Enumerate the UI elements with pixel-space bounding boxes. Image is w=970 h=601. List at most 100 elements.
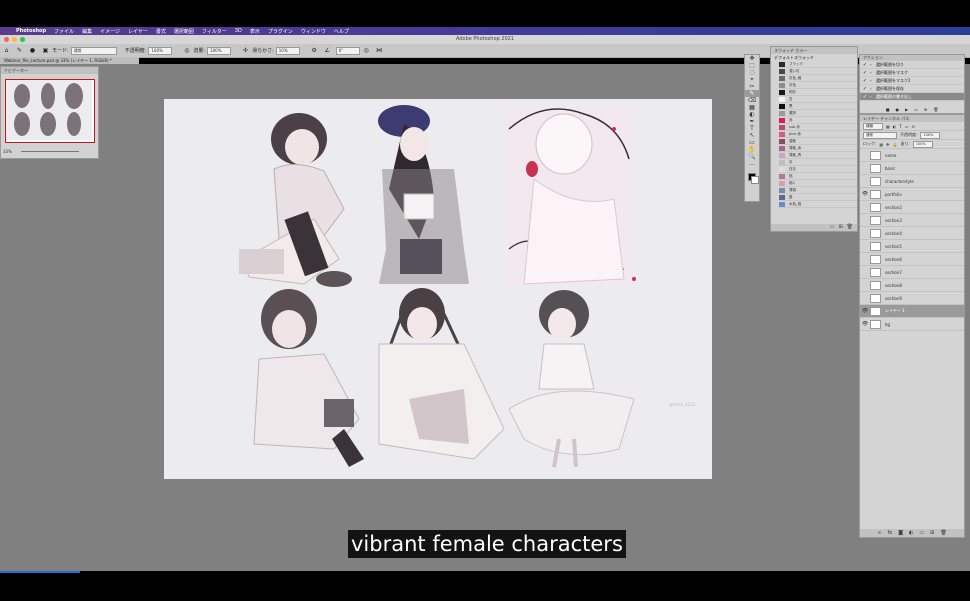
filter-smart-icon[interactable]: ⊡ [912, 124, 915, 129]
layer-row[interactable]: section4 [860, 227, 964, 240]
swatch-color-chip[interactable] [779, 194, 785, 200]
swatch-row[interactable]: 濃紫 [779, 138, 857, 145]
swatch-row[interactable]: pink 赤 [779, 131, 857, 138]
opacity-field[interactable]: 100% [148, 46, 173, 55]
swatch-color-chip[interactable] [779, 68, 785, 74]
action-item[interactable]: ✓ › 選択範囲を保存 [860, 85, 964, 93]
layer-row[interactable]: section7 [860, 266, 964, 279]
swatch-row[interactable]: 桃 [779, 173, 857, 180]
swatch-group-title[interactable]: デフォルトスウォッチ [771, 54, 857, 61]
visibility-eye-icon[interactable]: 👁 [860, 321, 870, 327]
swatch-row[interactable]: 藍 [779, 194, 857, 201]
swatch-row[interactable]: 水色_桃 [779, 201, 857, 208]
menu-select[interactable]: 選択範囲 [174, 28, 194, 35]
layer-thumbnail[interactable] [870, 241, 881, 251]
swatch-color-chip[interactable] [779, 131, 785, 137]
layer-row[interactable]: section2 [860, 201, 964, 214]
menu-layer[interactable]: レイヤー [128, 28, 148, 35]
menu-edit[interactable]: 編集 [82, 28, 92, 35]
layer-thumbnail[interactable] [870, 189, 881, 199]
lasso-tool-icon[interactable]: ◌ [745, 69, 759, 76]
layers-tabs[interactable]: レイヤー チャンネル パス [860, 115, 964, 122]
action-item[interactable]: ✓ › 選択範囲をマスク [860, 69, 964, 77]
layer-name[interactable]: section4 [885, 231, 902, 236]
swatch-row[interactable]: 明灰 [779, 89, 857, 96]
lock-pixels-icon[interactable]: ▦ [879, 142, 883, 147]
layer-row[interactable]: characterstyle [860, 175, 964, 188]
play-icon[interactable]: ▶ [905, 107, 908, 113]
mode-select[interactable]: 通常 [70, 46, 117, 55]
filter-pixel-icon[interactable]: ▦ [886, 124, 890, 129]
swatch-row[interactable]: 薄桃 [779, 187, 857, 194]
marquee-tool-icon[interactable]: ⬚ [745, 62, 759, 69]
navigator-thumbnail[interactable] [5, 79, 95, 143]
delete-action-icon[interactable]: 🗑 [933, 107, 938, 113]
swatch-row[interactable]: 薄紫_青 [779, 152, 857, 159]
layer-thumbnail[interactable] [870, 163, 881, 173]
menu-help[interactable]: ヘルプ [334, 28, 349, 35]
smoothing-field[interactable]: 10% [275, 46, 300, 55]
navigator-zoom-value[interactable]: 33% [3, 149, 12, 154]
swatch-color-chip[interactable] [779, 89, 785, 95]
layer-filter-select[interactable]: 種類 [863, 122, 883, 130]
swatch-color-chip[interactable] [779, 61, 785, 67]
video-progress-bar[interactable] [0, 571, 80, 573]
menu-plugins[interactable]: プラグイン [268, 28, 293, 35]
zoom-tool-icon[interactable]: 🔍 [745, 153, 759, 160]
swatch-row[interactable]: 選択 [779, 110, 857, 117]
smoothing-options-icon[interactable]: ⚙ [311, 47, 318, 54]
swatch-color-chip[interactable] [779, 187, 785, 193]
delete-layer-icon[interactable]: 🗑 [940, 529, 946, 537]
swatch-color-chip[interactable] [779, 124, 785, 130]
menu-filter[interactable]: フィルター [202, 28, 227, 35]
link-layers-icon[interactable]: ∞ [877, 529, 881, 537]
action-item-selected[interactable]: ✓ › 選択範囲の書き出し [860, 93, 964, 101]
navigator-zoom-slider[interactable] [21, 151, 79, 152]
lock-position-icon[interactable]: ✥ [886, 142, 889, 147]
slice-tool-icon[interactable]: ✂ [745, 83, 759, 90]
layer-opacity-field[interactable]: 100% [920, 131, 941, 139]
menu-window[interactable]: ウィンドウ [301, 28, 326, 35]
swatch-row[interactable]: sub 赤 [779, 124, 857, 131]
layer-row[interactable]: section8 [860, 279, 964, 292]
layer-name[interactable]: section3 [885, 218, 902, 223]
menu-view[interactable]: 表示 [250, 28, 260, 35]
swatch-color-chip[interactable] [779, 117, 785, 123]
pressure-opacity-icon[interactable]: ◎ [183, 47, 190, 54]
swatch-row[interactable]: 白灰 [779, 166, 857, 173]
filter-adjust-icon[interactable]: ◐ [893, 124, 897, 129]
layer-row[interactable]: section6 [860, 253, 964, 266]
layer-thumbnail[interactable] [870, 176, 881, 186]
lock-all-icon[interactable]: 🔒 [893, 142, 898, 147]
symmetry-icon[interactable]: ⋈ [376, 47, 383, 54]
swatch-color-chip[interactable] [779, 159, 785, 165]
fill-field[interactable]: 100% [912, 140, 933, 148]
swatch-row[interactable]: 黒 [779, 103, 857, 110]
layer-row[interactable]: 👁 portfolio [860, 188, 964, 201]
swatch-color-chip[interactable] [779, 75, 785, 81]
layer-row-selected[interactable]: 👁 レイヤー 1 [860, 305, 964, 318]
layer-thumbnail[interactable] [870, 306, 881, 316]
brush-preset-icon[interactable]: ● [29, 47, 36, 54]
layer-row[interactable]: section5 [860, 240, 964, 253]
layer-name[interactable]: section5 [885, 244, 902, 249]
layer-name[interactable]: characterstyle [885, 179, 914, 184]
swatch-row[interactable]: 灰色 [779, 82, 857, 89]
swatch-color-chip[interactable] [779, 152, 785, 158]
menu-app-name[interactable]: Photoshop [16, 28, 46, 34]
swatch-color-chip[interactable] [779, 201, 785, 207]
swatch-color-chip[interactable] [779, 166, 785, 172]
delete-swatch-icon[interactable]: 🗑 [847, 224, 853, 231]
gradient-tool-icon[interactable]: ▦ [745, 104, 759, 111]
new-group-icon[interactable]: ▭ [830, 224, 835, 231]
brush-tool-icon[interactable]: ✎ [745, 90, 759, 97]
blend-mode-select[interactable]: 通常 [863, 131, 897, 139]
move-tool-icon[interactable]: ✥ [745, 55, 759, 62]
layer-row[interactable]: 👁 bg [860, 318, 964, 331]
angle-field[interactable]: 0° [335, 46, 360, 55]
pen-tool-icon[interactable]: ✒ [745, 118, 759, 125]
swatches-tabs[interactable]: スウォッチ カラー [771, 47, 857, 54]
new-action-icon[interactable]: ⊞ [924, 107, 927, 113]
action-item[interactable]: ✓ › 選択範囲をマスク2 [860, 77, 964, 85]
layer-thumbnail[interactable] [870, 228, 881, 238]
